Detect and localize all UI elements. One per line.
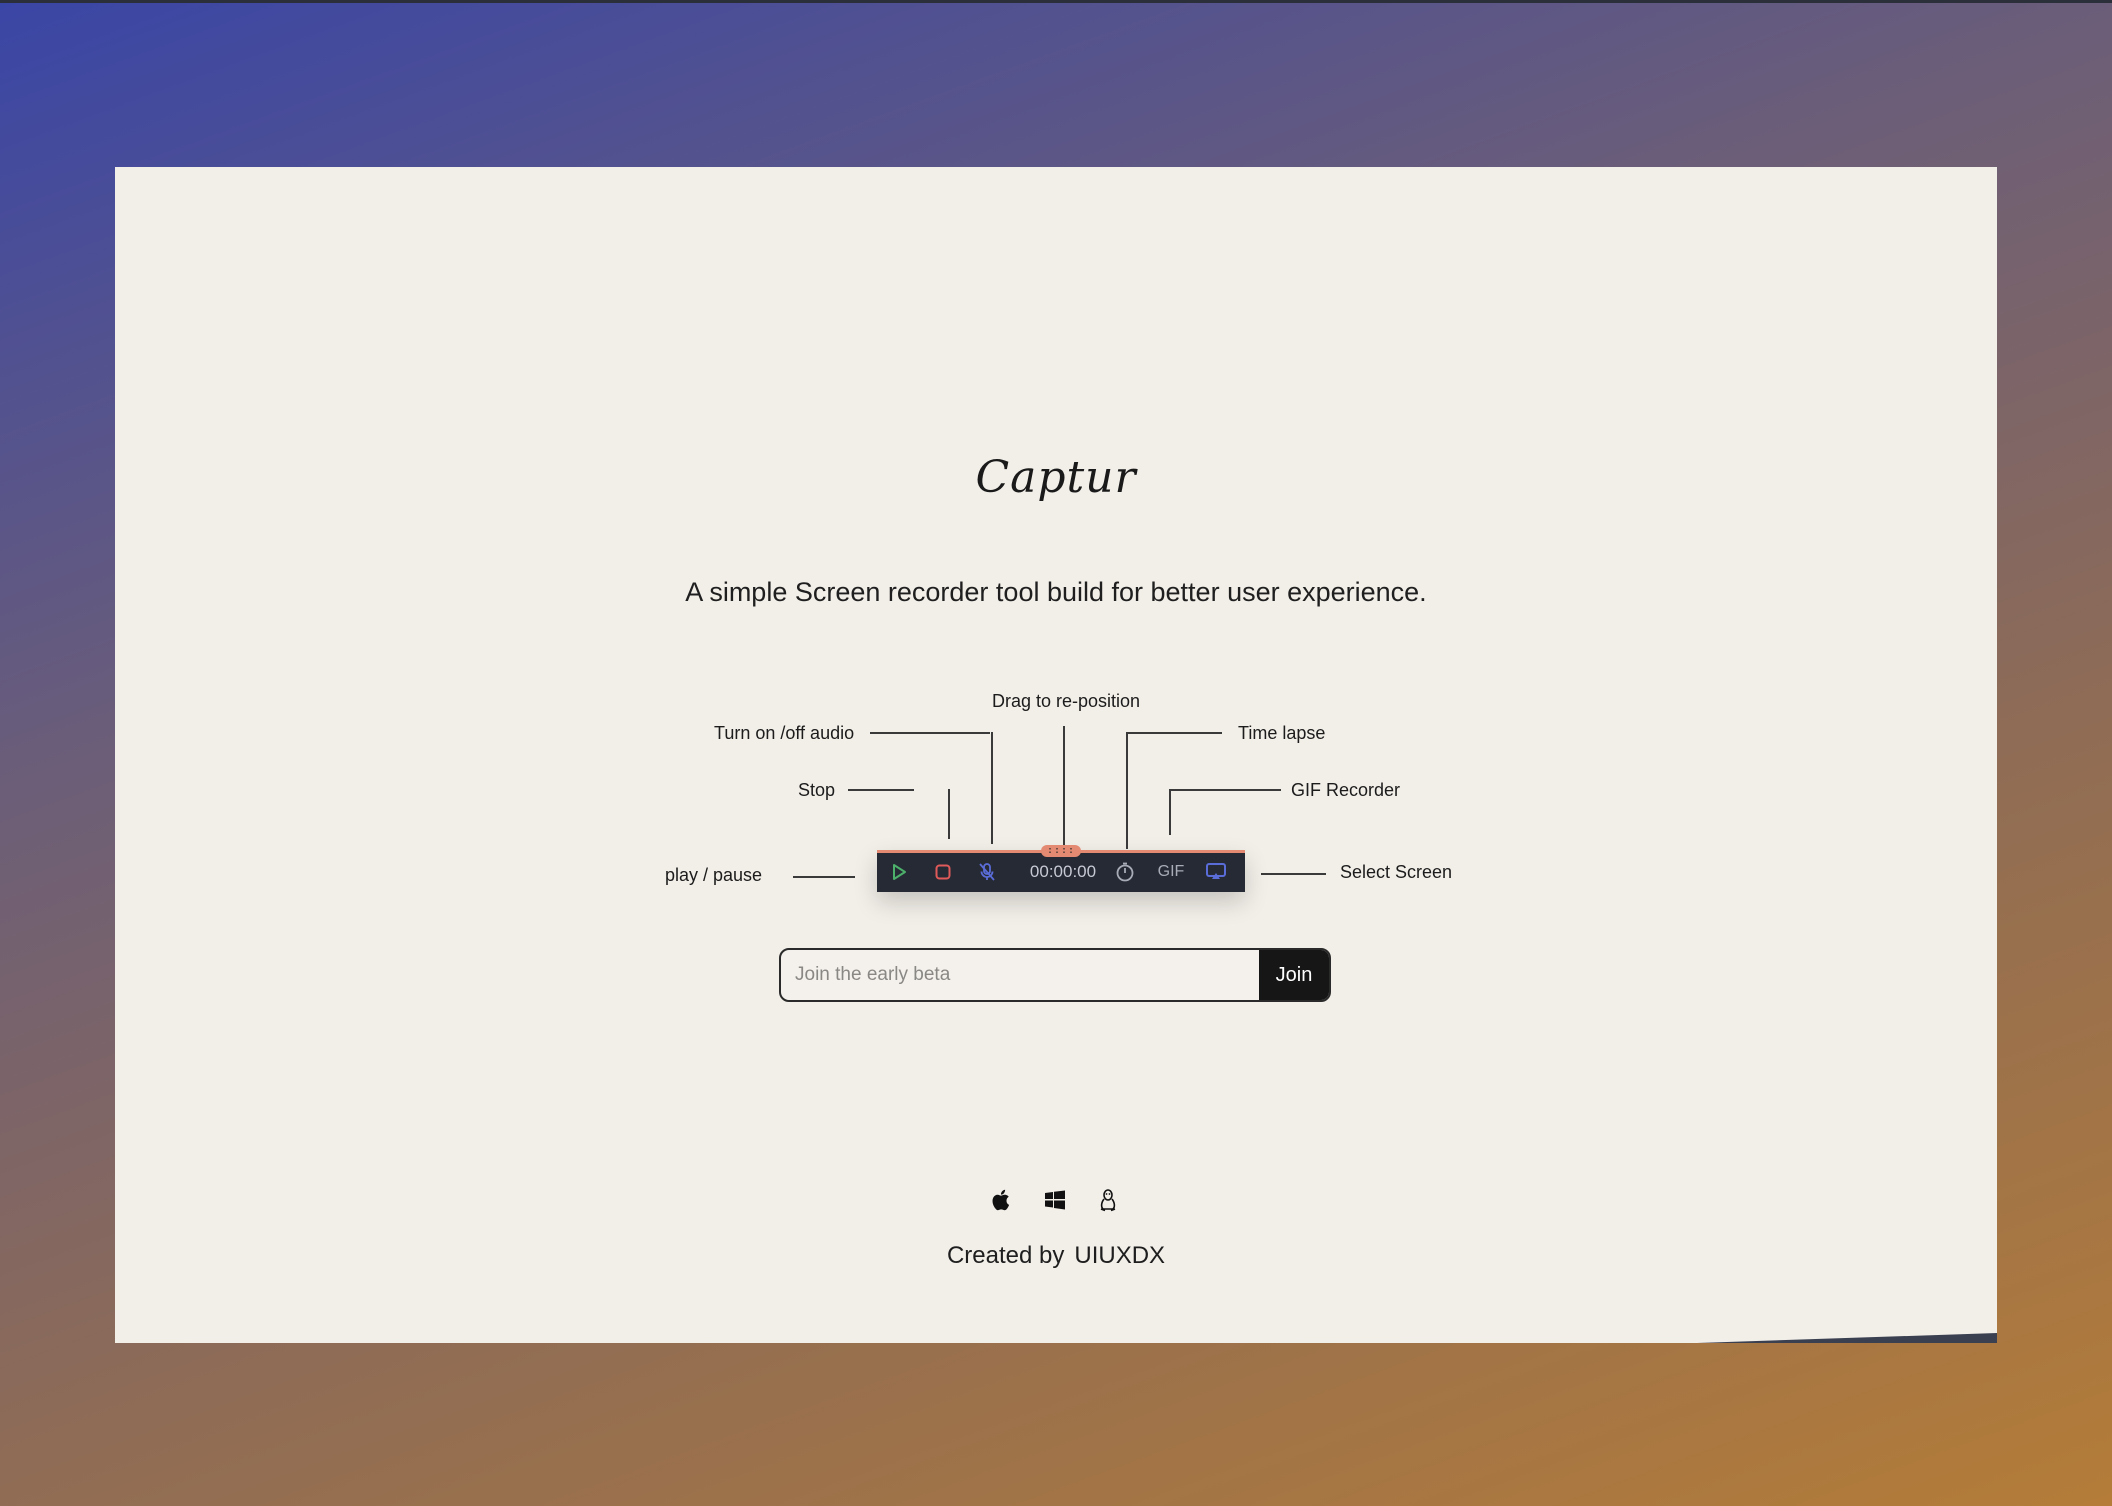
tagline: A simple Screen recorder tool build for … <box>685 577 1427 607</box>
annotation-play-pause: play / pause <box>665 865 763 885</box>
beta-email-input[interactable] <box>781 950 1259 1000</box>
annotation-timelapse: Time lapse <box>1238 723 1326 743</box>
card-corner-fold <box>1697 1333 1997 1343</box>
credit-author[interactable]: UIUXDX <box>1074 1242 1165 1269</box>
linux-icon[interactable] <box>1094 1185 1122 1215</box>
annotation-drag: Drag to re-position <box>992 691 1141 711</box>
credit-line: Created by UIUXDX <box>115 1242 1997 1270</box>
annotation-audio: Turn on /off audio <box>714 723 855 743</box>
play-button[interactable] <box>885 858 913 886</box>
connector-select-screen <box>1261 873 1326 875</box>
play-icon <box>893 864 906 880</box>
connector-audio-h <box>870 732 990 734</box>
select-screen-button[interactable] <box>1201 858 1231 886</box>
landing-card: Captur A simple Screen recorder tool bui… <box>115 167 1997 1343</box>
connector-timelapse-h <box>1126 732 1222 734</box>
connector-audio-v <box>991 732 993 844</box>
stop-button[interactable] <box>929 858 957 886</box>
toolbar-diagram: Drag to re-position Turn on /off audio T… <box>115 167 1997 1343</box>
beta-signup-form: Join <box>779 948 1331 1002</box>
microphone-off-icon <box>979 863 995 881</box>
annotation-stop: Stop <box>798 780 836 800</box>
annotation-select-screen: Select Screen <box>1340 862 1453 882</box>
connector-play <box>793 876 855 878</box>
annotation-gif-recorder: GIF Recorder <box>1291 780 1401 800</box>
connector-gif-v <box>1169 789 1171 835</box>
timelapse-button[interactable] <box>1111 858 1139 886</box>
screen-select-icon <box>1206 863 1226 879</box>
window-top-border <box>0 0 2112 3</box>
logo: Captur <box>975 452 1137 503</box>
connector-drag <box>1063 726 1065 850</box>
timer-icon <box>1116 862 1134 882</box>
credit-prefix: Created by <box>946 1242 1065 1269</box>
apple-icon[interactable] <box>988 1185 1016 1215</box>
gif-button[interactable]: GIF <box>1154 858 1188 886</box>
connector-stop-h <box>848 789 914 791</box>
drag-handle[interactable]: :::: <box>1041 845 1081 857</box>
connector-gif-h <box>1169 789 1281 791</box>
connector-timelapse-v <box>1126 732 1128 849</box>
recording-timer: 00:00:00 <box>1029 862 1097 881</box>
stop-icon <box>935 864 951 880</box>
audio-toggle-button[interactable] <box>973 858 1001 886</box>
windows-icon[interactable] <box>1041 1185 1069 1215</box>
connector-stop-v <box>948 789 950 839</box>
recorder-toolbar: :::: 00:00:00 GIF <box>877 845 1245 892</box>
join-button[interactable]: Join <box>1259 950 1329 1000</box>
